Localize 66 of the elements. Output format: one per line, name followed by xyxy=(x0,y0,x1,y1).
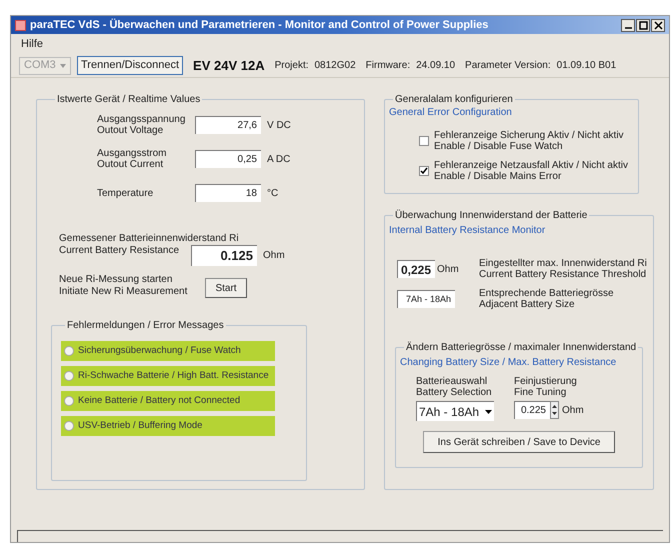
info-label: Projekt: xyxy=(274,59,308,73)
checkbox[interactable] xyxy=(419,166,429,176)
app-icon xyxy=(15,20,26,30)
radio-button[interactable] xyxy=(64,396,74,406)
error-indicator: Sicherungsüberwachung / Fuse Watch xyxy=(61,341,275,361)
save-button[interactable]: Ins Gerät schreiben / Save to Device xyxy=(423,431,616,453)
info-value: 24.09.10 xyxy=(416,59,456,73)
info-label: Firmware: xyxy=(366,59,410,73)
info-value: 0812G02 xyxy=(314,59,356,73)
threshold-field: 0,225 xyxy=(397,260,435,278)
group-title: Überwachung Innenwiderstand der Batterie xyxy=(394,208,588,223)
device-label: EV 24V 12A xyxy=(193,56,265,75)
radio-button[interactable] xyxy=(64,371,74,381)
fine-tuning-field: 0.225 xyxy=(514,401,550,419)
measurement-label: Ausgangsspannung Outout Voltage xyxy=(97,114,186,136)
info-value: 01.09.10 B01 xyxy=(556,59,616,73)
spinner-icon[interactable] xyxy=(550,401,559,419)
measurement-hint: Neue Ri-Messung starten Initiate New Ri Measurement xyxy=(59,274,188,298)
maximize-button[interactable] xyxy=(636,18,650,32)
group-title: Ändern Batteriegrösse / maximaler Innenwiderstand xyxy=(405,340,638,355)
unit-label: Ohm xyxy=(263,249,285,263)
error-indicator: Ri-Schwache Batterie / High Batt. Resistance xyxy=(61,366,275,386)
radio-button[interactable] xyxy=(64,421,74,431)
resistance-label: Current Battery Resistance xyxy=(59,245,180,257)
group-title: Istwerte Gerät / Realtime Values xyxy=(56,93,202,107)
dropdown-arrow-icon xyxy=(60,64,66,68)
group-subtitle: General Error Configuration xyxy=(389,106,513,120)
measurement-label: Temperature xyxy=(97,188,154,198)
radio-button[interactable] xyxy=(64,346,74,356)
dropdown-arrow-icon xyxy=(485,410,492,414)
group-title: Fehlermeldungen / Error Messages xyxy=(66,319,225,333)
value-field: 27,6 xyxy=(195,116,261,134)
error-indicator: USV-Betrieb / Buffering Mode xyxy=(61,416,275,436)
battery-size-label: Entsprechende Batteriegrösse Adjacent Battery Size xyxy=(479,288,614,310)
battery-size-field: 7Ah - 18Ah xyxy=(397,290,455,308)
value-field: 18 xyxy=(195,184,261,202)
resistance-label: Gemessener Batterieinnenwiderstand Ri xyxy=(59,233,239,245)
unit-label: °C xyxy=(267,186,278,200)
close-button[interactable] xyxy=(651,18,665,32)
minimize-button[interactable] xyxy=(621,18,635,32)
group-subtitle: Internal Battery Resistance Monitor xyxy=(389,224,546,238)
group-subtitle: Changing Battery Size / Max. Battery Resistance xyxy=(400,356,618,370)
window-title: paraTEC VdS - Überwachen und Parametrieren - Monitor and Control of Power Supplies xyxy=(30,18,490,33)
minimize-icon xyxy=(624,26,632,28)
measurement-label: Ausgangsstrom Outout Current xyxy=(97,148,168,170)
close-icon xyxy=(654,20,662,30)
battery-dropdown[interactable]: 7Ah - 18Ah xyxy=(416,401,494,421)
unit-label: A DC xyxy=(267,152,290,166)
unit-label: Ohm xyxy=(437,262,460,276)
checkbox-label: Fehleranzeige Sicherung Aktiv / Nicht aktiv Enable / Disable Fuse Watch xyxy=(434,130,624,152)
checkbox[interactable] xyxy=(419,136,429,146)
checkbox-label: Fehleranzeige Netzausfall Aktiv / Nicht aktiv Enable / Disable Mains Error xyxy=(434,160,628,182)
unit-label: Ohm xyxy=(562,404,584,418)
error-indicator: Keine Batterie / Battery not Connected xyxy=(61,391,275,411)
disconnect-button[interactable]: Trennen/Disconnect xyxy=(77,56,184,75)
info-label: Parameter Version: xyxy=(465,59,551,73)
group-title: Generalalam konfigurieren xyxy=(394,93,514,107)
menu-item[interactable]: Hilfe xyxy=(21,36,44,52)
battery-selection-label: Batterieauswahl Battery Selection xyxy=(416,376,493,398)
threshold-label: Eingestellter max. Innenwiderstand Ri Current Battery Resistance Threshold xyxy=(479,258,647,280)
start-button[interactable]: Start xyxy=(205,278,247,298)
resistance-field: 0.125 xyxy=(191,245,257,266)
fine-tuning-label: Feinjustierung Fine Tuning xyxy=(514,376,578,398)
maximize-icon xyxy=(638,20,648,30)
value-field: 0,25 xyxy=(195,150,261,168)
unit-label: V DC xyxy=(267,118,291,132)
